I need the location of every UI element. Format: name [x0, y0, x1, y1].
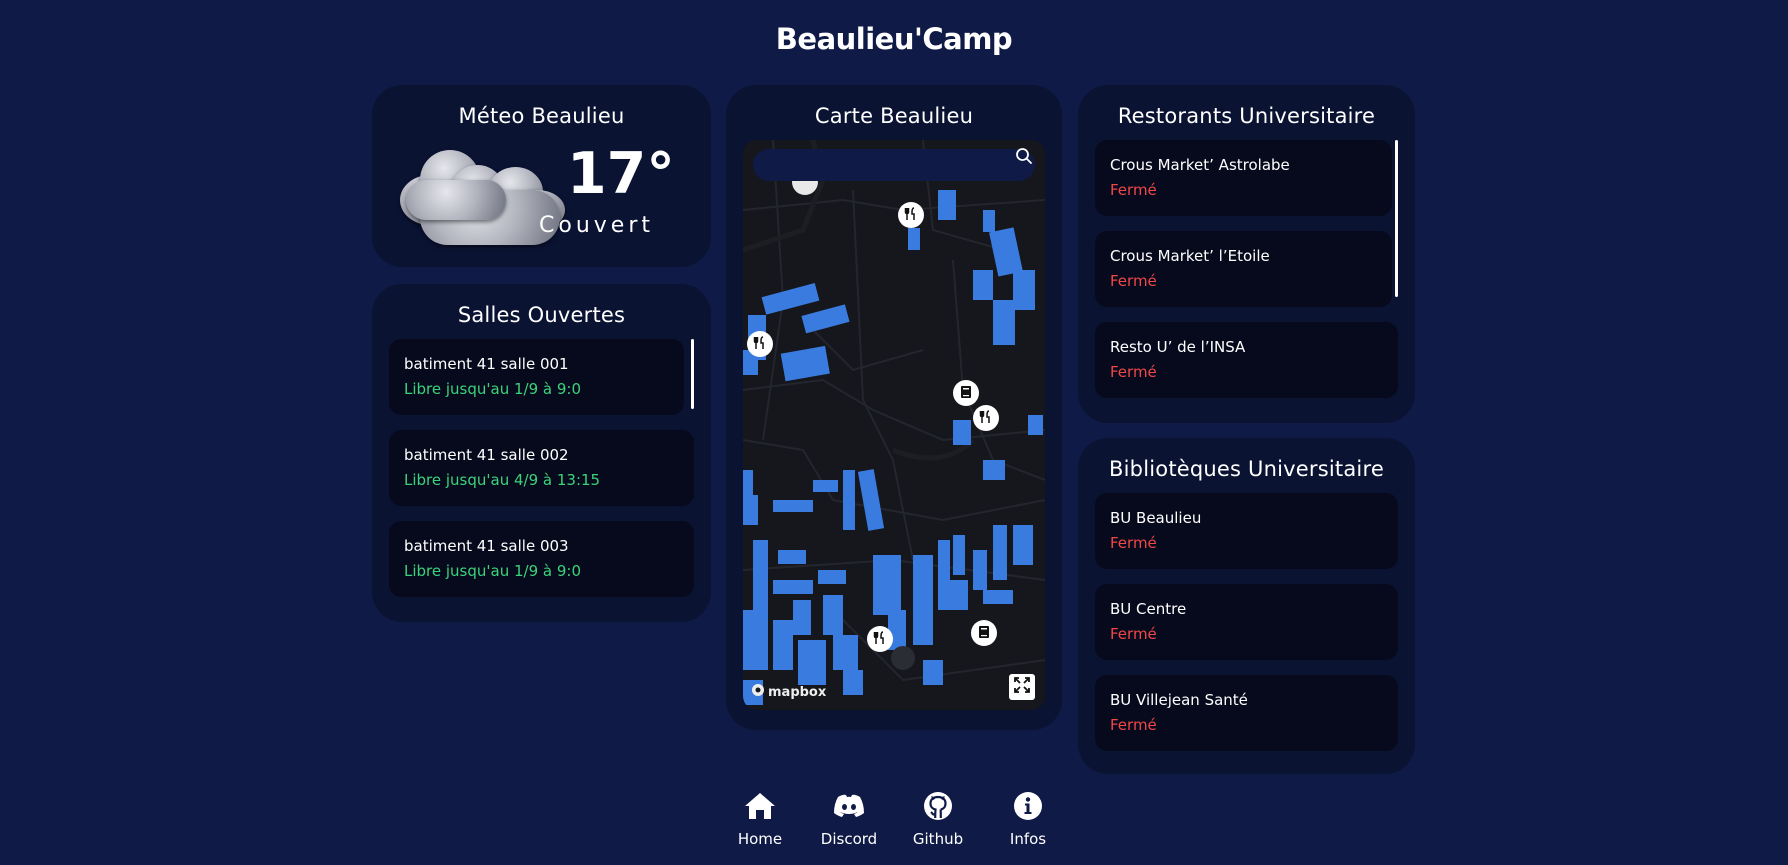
temperature: 17° — [567, 141, 675, 207]
library-name: BU Beaulieu — [1110, 509, 1202, 527]
map-card: Carte Beaulieu mapbox — [726, 85, 1062, 730]
page: Beaulieu'Camp Méteo Beaulieu 17° Couvert… — [0, 0, 1788, 865]
fork-knife-icon — [873, 630, 887, 649]
list-item[interactable]: BU Beaulieu Fermé — [1095, 493, 1398, 569]
weather-condition: Couvert — [539, 213, 654, 238]
home-icon — [720, 790, 800, 822]
fork-knife-icon — [904, 206, 918, 225]
restaurant-status: Fermé — [1110, 363, 1157, 381]
list-item[interactable]: BU Centre Fermé — [1095, 584, 1398, 660]
nav-infos[interactable]: Infos — [988, 790, 1068, 848]
list-item[interactable]: batiment 41 salle 001 Libre jusqu'au 1/9… — [389, 339, 684, 415]
github-icon — [898, 790, 978, 822]
book-icon — [978, 624, 990, 643]
library-status: Fermé — [1110, 625, 1157, 643]
nav-discord[interactable]: Discord — [809, 790, 889, 848]
map-canvas — [743, 140, 1045, 710]
rooms-card: Salles Ouvertes batiment 41 salle 001 Li… — [372, 284, 711, 622]
map-title: Carte Beaulieu — [814, 104, 974, 128]
room-status: Libre jusqu'au 4/9 à 13:15 — [404, 471, 601, 489]
fork-knife-icon — [979, 409, 993, 428]
libraries-list[interactable]: BU Beaulieu Fermé BU Centre Fermé BU Vil… — [1095, 493, 1398, 763]
nav-github-label: Github — [912, 830, 964, 848]
nav-home[interactable]: Home — [720, 790, 800, 848]
nav-discord-label: Discord — [820, 830, 878, 848]
list-item[interactable]: batiment 41 salle 003 Libre jusqu'au 1/9… — [389, 521, 694, 597]
restaurant-name: Resto U’ de l’INSA — [1110, 338, 1246, 356]
room-status: Libre jusqu'au 1/9 à 9:0 — [404, 562, 581, 580]
restaurant-name: Crous Market’ Astrolabe — [1110, 156, 1290, 174]
map[interactable]: mapbox — [743, 140, 1045, 710]
weather-card: Méteo Beaulieu 17° Couvert — [372, 85, 711, 267]
restaurant-name: Crous Market’ l’Etoile — [1110, 247, 1270, 265]
restaurants-card: Restorants Universitaire Crous Market’ A… — [1078, 85, 1415, 423]
list-item[interactable]: batiment 41 salle 002 Libre jusqu'au 4/9… — [389, 430, 694, 506]
search-icon[interactable] — [1015, 147, 1033, 169]
scrollbar[interactable] — [1395, 140, 1398, 297]
restaurant-status: Fermé — [1110, 272, 1157, 290]
library-status: Fermé — [1110, 534, 1157, 552]
mapbox-logo[interactable]: mapbox — [751, 683, 826, 701]
clouds-icon — [400, 145, 590, 255]
list-item[interactable]: Resto U’ de l’INSA Fermé — [1095, 322, 1398, 398]
restaurant-marker[interactable] — [898, 202, 924, 228]
nav-home-label: Home — [737, 830, 783, 848]
list-item[interactable]: Crous Market’ Astrolabe Fermé — [1095, 140, 1392, 216]
room-status: Libre jusqu'au 1/9 à 9:0 — [404, 380, 581, 398]
mapbox-label: mapbox — [768, 684, 827, 700]
nav-infos-label: Infos — [1009, 830, 1047, 848]
book-icon — [960, 384, 972, 403]
library-status: Fermé — [1110, 716, 1157, 734]
library-marker[interactable] — [971, 620, 997, 646]
mapbox-icon — [751, 683, 765, 701]
rooms-list[interactable]: batiment 41 salle 001 Libre jusqu'au 1/9… — [389, 339, 694, 609]
library-marker[interactable] — [953, 380, 979, 406]
discord-icon — [809, 790, 889, 822]
restaurants-list[interactable]: Crous Market’ Astrolabe Fermé Crous Mark… — [1095, 140, 1398, 410]
list-item[interactable]: Crous Market’ l’Etoile Fermé — [1095, 231, 1392, 307]
libraries-title: Bibliotèques Universitaire — [1109, 457, 1384, 481]
rooms-title: Salles Ouvertes — [457, 303, 626, 327]
weather-title: Méteo Beaulieu — [458, 104, 625, 128]
restaurant-status: Fermé — [1110, 181, 1157, 199]
info-icon — [988, 790, 1068, 822]
bottom-nav: Home Discord Github Infos — [0, 790, 1788, 860]
app-title: Beaulieu'Camp — [775, 22, 1013, 56]
library-name: BU Centre — [1110, 600, 1187, 618]
restaurant-marker[interactable] — [867, 626, 893, 652]
restaurant-marker[interactable] — [973, 405, 999, 431]
library-name: BU Villejean Santé — [1110, 691, 1248, 709]
fullscreen-icon — [1013, 676, 1031, 698]
fork-knife-icon — [753, 335, 767, 354]
restaurants-title: Restorants Universitaire — [1117, 104, 1376, 128]
room-name: batiment 41 salle 001 — [404, 355, 569, 373]
restaurant-marker[interactable] — [747, 331, 773, 357]
scrollbar[interactable] — [691, 339, 694, 409]
room-name: batiment 41 salle 002 — [404, 446, 569, 464]
list-item[interactable]: BU Villejean Santé Fermé — [1095, 675, 1398, 751]
map-search-input[interactable] — [753, 149, 1035, 181]
fullscreen-button[interactable] — [1009, 674, 1035, 700]
libraries-card: Bibliotèques Universitaire BU Beaulieu F… — [1078, 438, 1415, 774]
room-name: batiment 41 salle 003 — [404, 537, 569, 555]
nav-github[interactable]: Github — [898, 790, 978, 848]
